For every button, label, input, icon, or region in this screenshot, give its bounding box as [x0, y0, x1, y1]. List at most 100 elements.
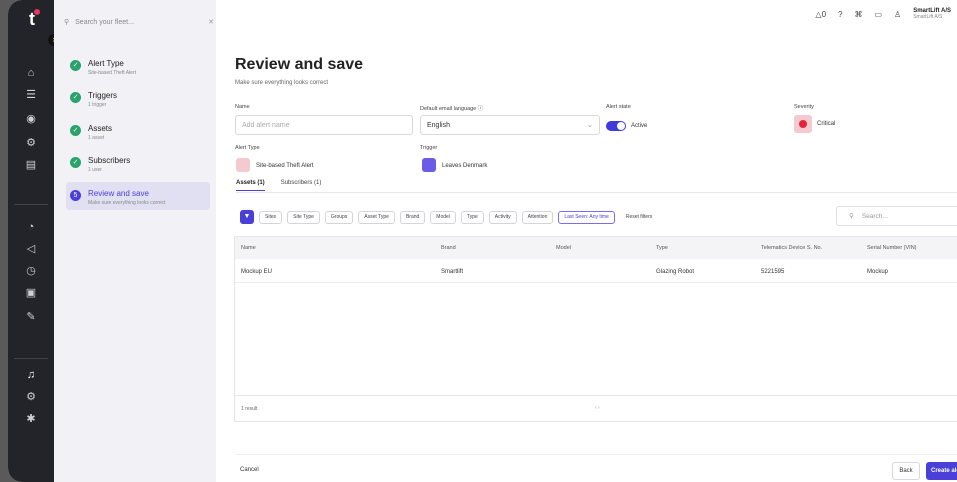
pagination[interactable]: ‹ › [595, 405, 600, 411]
wrench-icon[interactable]: ✎ [22, 308, 40, 326]
trigger-icon [422, 158, 436, 172]
dashboard-icon[interactable]: ◔ [22, 218, 40, 236]
rail-divider [14, 204, 48, 205]
theft-alert-icon [236, 158, 250, 172]
close-icon[interactable]: ✕ [208, 18, 214, 26]
alert-type-label: Alert Type [235, 145, 260, 151]
column-header-device[interactable]: Telematics Device S. No. [761, 245, 822, 251]
back-button[interactable]: Back [892, 462, 920, 480]
step-subtitle: Site-based Theft Alert [88, 70, 136, 76]
table-search-input[interactable]: Search... [862, 213, 888, 220]
document-icon[interactable]: ▤ [22, 156, 40, 174]
alert-state-toggle[interactable] [606, 121, 626, 131]
step-title: Assets [88, 124, 113, 133]
table-footer: 1 result ‹ › [235, 395, 957, 421]
table-search[interactable]: ⚲ Search... [836, 206, 957, 226]
step-title: Alert Type [88, 59, 124, 68]
org-icon[interactable]: ⌘ [854, 10, 862, 19]
name-label: Name [235, 104, 250, 110]
filter-brand[interactable]: Brand [399, 210, 426, 224]
check-icon: ✓ [70, 125, 81, 136]
alert-icon[interactable]: △0 [815, 10, 826, 19]
bell-icon[interactable]: ♫ [22, 366, 40, 384]
step-title: Triggers [88, 91, 118, 100]
check-icon: ✓ [70, 60, 81, 71]
critical-icon [794, 115, 812, 133]
steps-panel: ✓ Alert Type Site-based Theft Alert ✓ Tr… [54, 0, 216, 482]
step-subtitle: Make sure everything looks correct [88, 200, 166, 206]
machines-icon[interactable]: ⚙ [22, 134, 40, 152]
alert-name-input[interactable]: Add alert name [235, 115, 413, 135]
step-title: Subscribers [88, 156, 131, 165]
main-content: △0 ? ⌘ ▭ ♙ SmartLift A/S SmartLift A/S R… [216, 0, 957, 482]
rail-divider [14, 358, 48, 359]
column-header-serial[interactable]: Serial Number (VIN) [867, 245, 917, 251]
filter-model[interactable]: Model [430, 210, 456, 224]
filter-groups[interactable]: Groups [324, 210, 354, 224]
page-subtitle: Make sure everything looks correct [235, 80, 329, 86]
filter-type[interactable]: Type [460, 210, 484, 224]
column-header-brand[interactable]: Brand [441, 245, 456, 251]
filter-attention[interactable]: Attention [521, 210, 554, 224]
tab-subscribers[interactable]: Subscribers (1) [281, 180, 322, 191]
reset-filters-button[interactable]: Reset filters [626, 214, 652, 220]
top-toolbar: △0 ? ⌘ ▭ ♙ SmartLift A/S SmartLift A/S [815, 8, 951, 20]
search-icon: ⚲ [64, 19, 70, 26]
filter-activity[interactable]: Activity [488, 210, 517, 224]
step-title: Review and save [88, 189, 149, 198]
column-header-model[interactable]: Model [556, 245, 571, 251]
location-pin-icon[interactable]: ◉ [22, 110, 40, 128]
gear-icon[interactable]: ✱ [22, 410, 40, 428]
check-icon: ✓ [70, 157, 81, 168]
search-icon: ⚲ [849, 213, 854, 220]
filter-bar: ▼ Sites Site Type Groups Asset Type Bran… [240, 210, 652, 224]
trigger-label: Trigger [420, 145, 438, 151]
table-row[interactable]: Mockup EU Smartlift Glazing Robot 522159… [235, 261, 957, 283]
nav-rail: t › ⌂ ☰ ◉ ⚙ ▤ ◔ ◁ ◷ ▣ ✎ ♫ ⚙ ✱ [8, 0, 60, 482]
cart-icon[interactable]: ▣ [22, 284, 40, 302]
step-subtitle: 1 user [88, 167, 102, 173]
fleet-search-input[interactable]: Search your fleet... [75, 19, 134, 26]
create-alert-button[interactable]: Create alert [926, 462, 957, 480]
cell-brand: Smartlift [441, 269, 464, 275]
info-icon[interactable]: ⓘ [478, 106, 484, 112]
step-number-icon: 5 [70, 190, 81, 201]
footer-divider [234, 454, 957, 455]
step-subtitle: 1 trigger [88, 102, 107, 108]
language-value: English [427, 121, 450, 129]
cancel-button[interactable]: Cancel [240, 467, 259, 473]
filter-site-type[interactable]: Site Type [287, 210, 320, 224]
home-icon[interactable]: ⌂ [22, 64, 40, 82]
chevron-down-icon: ⌄ [587, 122, 593, 129]
tab-divider [236, 192, 957, 193]
severity-value: Critical [817, 121, 836, 127]
megaphone-icon[interactable]: ◁ [22, 240, 40, 258]
filter-sites[interactable]: Sites [259, 210, 283, 224]
alert-type-value: Site-based Theft Alert [256, 163, 314, 169]
account-menu[interactable]: SmartLift A/S SmartLift A/S [913, 8, 951, 20]
user-icon[interactable]: ♙ [894, 10, 901, 19]
page-title: Review and save [235, 56, 364, 73]
fleet-search[interactable]: ⚲ Search your fleet... ✕ [64, 14, 214, 30]
tab-assets[interactable]: Assets (1) [236, 180, 265, 191]
filter-icon[interactable]: ▼ [240, 210, 254, 224]
cell-type: Glazing Robot [656, 269, 695, 275]
account-company: SmartLift A/S [913, 14, 943, 20]
list-icon[interactable]: ☰ [22, 86, 40, 104]
settings-icon[interactable]: ⚙ [22, 388, 40, 406]
column-header-name[interactable]: Name [241, 245, 256, 251]
filter-asset-type[interactable]: Asset Type [358, 210, 395, 224]
filter-last-seen[interactable]: Last Seen: Any time [558, 210, 615, 224]
app-window: t › ⌂ ☰ ◉ ⚙ ▤ ◔ ◁ ◷ ▣ ✎ ♫ ⚙ ✱ ✓ Alert Ty… [8, 0, 957, 482]
clock-icon[interactable]: ◷ [22, 262, 40, 280]
severity-label: Severity [794, 104, 814, 110]
column-header-type[interactable]: Type [656, 245, 668, 251]
step-review-and-save[interactable]: 5 Review and save Make sure everything l… [66, 182, 210, 210]
cell-name: Mockup EU [241, 269, 273, 275]
language-select[interactable]: English ⌄ [420, 115, 600, 135]
table-header: Name Brand Model Type Telematics Device … [235, 237, 957, 259]
alert-state-value: Active [631, 123, 648, 129]
logo-dot [34, 9, 40, 15]
help-icon[interactable]: ? [838, 10, 842, 19]
inbox-icon[interactable]: ▭ [874, 10, 882, 19]
